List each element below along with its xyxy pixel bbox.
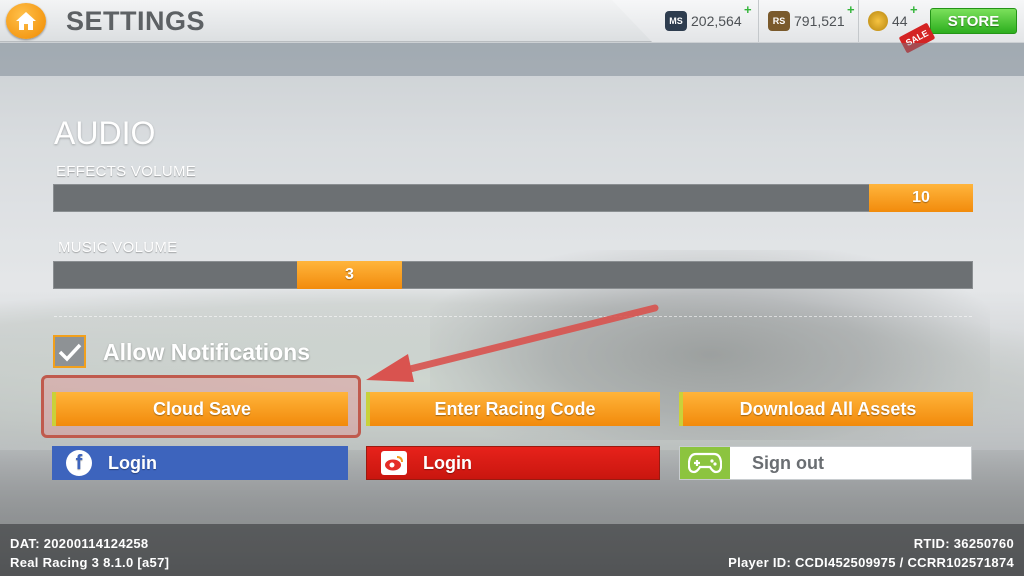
facebook-icon: f: [66, 450, 92, 476]
home-icon: [16, 12, 36, 30]
effects-volume-label: EFFECTS VOLUME: [56, 163, 197, 180]
music-volume-thumb[interactable]: 3: [297, 261, 402, 289]
rs-currency-icon: RS: [768, 11, 790, 31]
currency-ms[interactable]: MS 202,564 +: [665, 2, 752, 34]
currency-separator: [858, 0, 859, 42]
currency-rs[interactable]: RS 791,521 +: [768, 2, 855, 34]
page-title: SETTINGS: [66, 6, 206, 36]
audio-section-title: AUDIO: [54, 115, 156, 151]
rtid-text: RTID: 36250760: [913, 536, 1014, 551]
download-all-assets-button[interactable]: Download All Assets: [679, 392, 973, 426]
music-volume-slider[interactable]: 3: [53, 261, 973, 289]
currency-gold-amount: 44: [892, 13, 908, 29]
home-button[interactable]: [6, 3, 46, 39]
music-volume-label: MUSIC VOLUME: [58, 239, 178, 256]
effects-volume-thumb[interactable]: 10: [869, 184, 973, 212]
dat-text: DAT: 20200114124258: [10, 536, 149, 551]
weibo-icon: [381, 451, 407, 475]
sign-out-label: Sign out: [752, 452, 824, 473]
allow-notifications-checkbox[interactable]: [53, 335, 86, 368]
header-band: [0, 43, 1024, 76]
checkmark-icon: [58, 343, 81, 362]
gold-coin-icon: [868, 11, 888, 31]
add-gold-plus-icon[interactable]: +: [910, 2, 918, 17]
weibo-login-button[interactable]: Login: [366, 446, 660, 480]
currency-gold[interactable]: 44 +: [868, 2, 918, 34]
version-text: Real Racing 3 8.1.0 [a57]: [10, 555, 170, 570]
player-id-text: Player ID: CCDI452509975 / CCRR102571874: [728, 555, 1014, 570]
section-divider: [54, 316, 972, 317]
add-rs-plus-icon[interactable]: +: [847, 2, 855, 17]
top-bar: SETTINGS MS 202,564 + RS 791,521 + 44 + …: [0, 0, 1024, 42]
cloud-save-button[interactable]: Cloud Save: [52, 392, 348, 426]
facebook-login-label: Login: [108, 452, 157, 473]
currency-separator: [758, 0, 759, 42]
store-button[interactable]: STORE: [930, 8, 1017, 34]
enter-racing-code-button[interactable]: Enter Racing Code: [366, 392, 660, 426]
ms-currency-icon: MS: [665, 11, 687, 31]
currency-ms-amount: 202,564: [691, 13, 742, 29]
weibo-login-label: Login: [423, 452, 472, 473]
currency-rs-amount: 791,521: [794, 13, 845, 29]
allow-notifications-label: Allow Notifications: [103, 339, 310, 365]
effects-volume-slider[interactable]: 10: [53, 184, 973, 212]
game-controller-icon: [680, 447, 730, 479]
add-ms-plus-icon[interactable]: +: [744, 2, 752, 17]
facebook-login-button[interactable]: f Login: [52, 446, 348, 480]
sign-out-button[interactable]: Sign out: [679, 446, 972, 480]
